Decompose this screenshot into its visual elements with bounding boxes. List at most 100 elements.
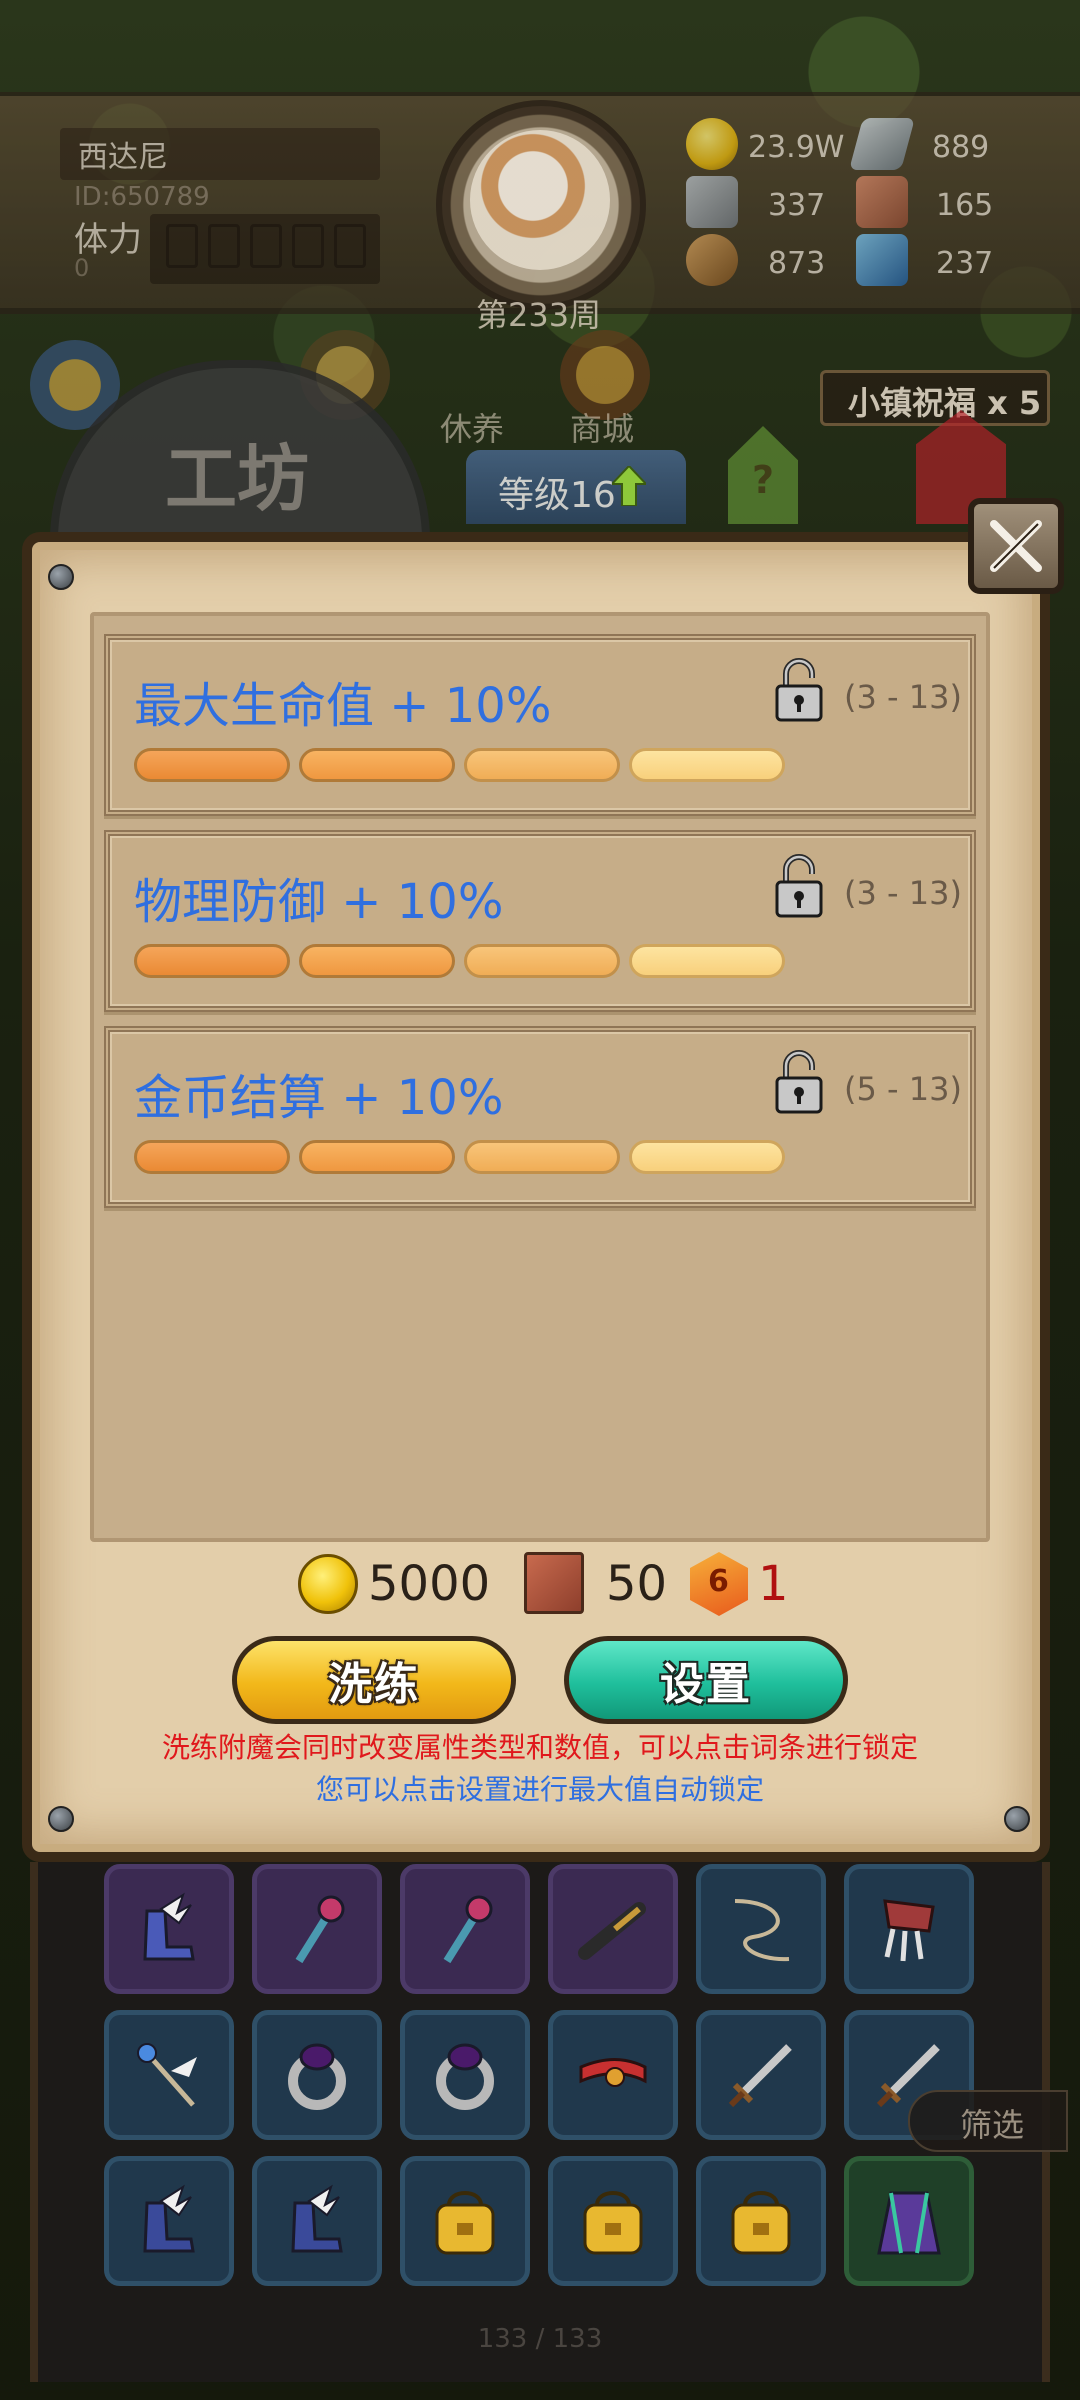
rivet-icon — [1004, 1806, 1030, 1832]
purple-ring-icon — [288, 2043, 346, 2110]
inventory-slot[interactable] — [844, 1864, 974, 1994]
stamina-value: 0 — [74, 254, 90, 282]
attribute-name: 物理防御 + 10% — [134, 874, 504, 930]
refine-button[interactable]: 洗练 — [232, 1636, 516, 1724]
yellow-bag-icon — [731, 2191, 791, 2255]
shop-label[interactable]: 商城 — [570, 404, 634, 450]
inventory-slot[interactable] — [252, 2010, 382, 2140]
cloak-icon — [877, 2191, 941, 2255]
quality-bar — [134, 944, 290, 978]
unlocked-padlock-icon[interactable] — [774, 854, 824, 918]
attribute-row-gold-settlement[interactable]: 金币结算 + 10% (5 - 13) — [104, 1026, 976, 1208]
whip-icon — [734, 1899, 790, 1962]
attribute-row-physical-defense[interactable]: 物理防御 + 10% (3 - 13) — [104, 830, 976, 1012]
refine-hint: 洗练附魔会同时改变属性类型和数值，可以点击词条进行锁定 — [161, 1731, 918, 1764]
wood-log-icon — [686, 234, 738, 286]
attribute-name: 最大生命值 + 10% — [134, 678, 552, 734]
rest-label[interactable]: 休养 — [440, 404, 504, 450]
gold-cost: 5000 — [368, 1556, 491, 1612]
stamina-slot — [208, 224, 240, 268]
red-claw-icon — [883, 1899, 935, 1962]
inventory-slot[interactable] — [696, 1864, 826, 1994]
rivet-icon — [48, 564, 74, 590]
help-icon: ? — [752, 458, 775, 502]
gem-badge: 6 — [708, 1564, 729, 1599]
scroll-icon — [524, 1552, 584, 1614]
quality-bar — [629, 748, 785, 782]
stamina-slot — [250, 224, 282, 268]
settings-hint: 您可以点击设置进行最大值自动锁定 — [315, 1773, 764, 1806]
stamina-slot — [334, 224, 366, 268]
filter-label: 筛选 — [960, 2106, 1025, 2144]
quality-bar — [464, 944, 620, 978]
yellow-bag-icon — [583, 2191, 643, 2255]
quality-bar — [299, 944, 455, 978]
blue-crystal-icon — [856, 234, 908, 286]
iron-amount: 889 — [932, 130, 990, 165]
inventory-slot[interactable] — [400, 2156, 530, 2286]
quality-bar — [629, 1140, 785, 1174]
scroll-amount: 165 — [936, 188, 994, 223]
quality-bar — [464, 1140, 620, 1174]
close-button[interactable] — [968, 498, 1064, 594]
level-up-arrow-icon — [612, 466, 646, 506]
scroll-cost: 50 — [606, 1556, 668, 1612]
attribute-range: (3 - 13) — [844, 678, 962, 716]
wood-amount: 873 — [768, 246, 826, 281]
stone-icon — [686, 176, 738, 228]
inventory-slot[interactable] — [104, 2010, 234, 2140]
gold-coin-icon — [298, 1554, 358, 1614]
inventory-slot[interactable] — [252, 2156, 382, 2286]
rivet-icon — [48, 1806, 74, 1832]
winged-boots-icon — [291, 2184, 343, 2253]
quality-bar — [299, 748, 455, 782]
quality-bar — [134, 1140, 290, 1174]
refine-cost-row: 5000 50 6 1 — [0, 1548, 1080, 1624]
inventory-slot[interactable] — [548, 2156, 678, 2286]
unlocked-padlock-icon[interactable] — [774, 658, 824, 722]
purple-ring-icon — [436, 2043, 494, 2110]
inventory-slot[interactable] — [696, 2010, 826, 2140]
quality-bar — [299, 1140, 455, 1174]
player-name: 西达尼 — [78, 140, 168, 175]
inventory-slot[interactable] — [844, 2156, 974, 2286]
gold-coin-icon — [686, 118, 738, 170]
attribute-name: 金币结算 + 10% — [134, 1070, 504, 1126]
stamina-slot — [166, 224, 198, 268]
inventory-slot[interactable] — [696, 2156, 826, 2286]
scroll-icon — [856, 176, 908, 228]
town-blessing-text: 小镇祝福 x 5 — [848, 384, 1042, 422]
inventory-slot[interactable] — [104, 1864, 234, 1994]
inventory-slot[interactable] — [548, 1864, 678, 1994]
unlocked-padlock-icon[interactable] — [774, 1050, 824, 1114]
inventory-slot[interactable] — [400, 1864, 530, 1994]
workshop-title: 工坊 — [165, 437, 310, 521]
settings-button[interactable]: 设置 — [564, 1636, 848, 1724]
cat-avatar-icon — [470, 130, 610, 270]
spyglass-icon — [578, 1902, 646, 1960]
winged-wand-icon — [137, 2043, 197, 2107]
attribute-range: (3 - 13) — [844, 874, 962, 912]
stamina-slots — [150, 214, 380, 284]
gem-staff-icon — [443, 1895, 493, 1964]
close-hammer-icon — [990, 520, 1042, 572]
quality-bar — [134, 748, 290, 782]
winged-boots-icon — [143, 1892, 195, 1961]
quality-bar — [464, 748, 620, 782]
gold-amount: 23.9W — [748, 130, 845, 165]
inventory-slot[interactable] — [400, 2010, 530, 2140]
stamina-slot — [292, 224, 324, 268]
inventory-slot[interactable] — [252, 1864, 382, 1994]
level-label: 等级16 — [498, 475, 616, 516]
sword-icon — [728, 2044, 792, 2108]
gem-staff-icon — [295, 1895, 345, 1964]
winged-boots-icon — [143, 2184, 195, 2253]
inventory-slot[interactable] — [104, 2156, 234, 2286]
player-id: ID:650789 — [74, 182, 210, 212]
quality-bar — [629, 944, 785, 978]
crystal-amount: 237 — [936, 246, 994, 281]
inventory-slot[interactable] — [548, 2010, 678, 2140]
stone-amount: 337 — [768, 188, 826, 223]
attribute-row-max-hp[interactable]: 最大生命值 + 10% (3 - 13) — [104, 634, 976, 816]
yellow-bag-icon — [435, 2191, 495, 2255]
